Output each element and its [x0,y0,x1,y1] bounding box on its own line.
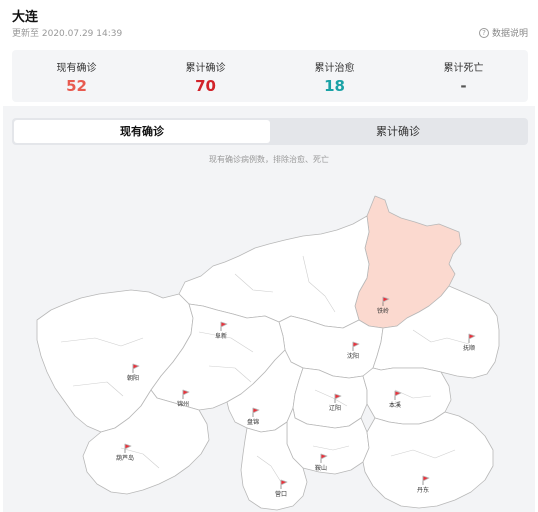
stat-value: 18 [324,77,345,95]
update-time: 更新至 2020.07.29 14:39 [12,29,123,39]
stat-label: 累计确诊 [185,63,226,74]
stat-value: 70 [195,77,216,95]
tab-current-confirmed[interactable]: 现有确诊 [14,120,270,143]
city-label: 锦州 [177,400,189,408]
city-label: 抚顺 [463,344,475,352]
tab-total-confirmed[interactable]: 累计确诊 [270,120,526,143]
question-circle-icon: ? [478,27,489,38]
stat-label: 累计死亡 [443,63,484,74]
city-label: 丹东 [417,486,429,494]
stat-current-confirmed: 现有确诊 52 [12,50,141,102]
stat-label: 累计治愈 [314,63,355,74]
city-label: 鞍山 [315,464,327,472]
stat-value: - [460,77,467,95]
stat-total-confirmed: 累计确诊 70 [141,50,270,102]
stat-total-deaths: 累计死亡 - [399,50,528,102]
stat-value: 52 [66,77,87,95]
city-label: 铁岭 [377,307,389,315]
stat-total-cured: 累计治愈 18 [270,50,399,102]
stat-label: 现有确诊 [56,63,97,74]
data-note-label: 数据说明 [491,29,528,39]
data-note-link[interactable]: ? 数据说明 [478,26,528,39]
city-label: 阜新 [215,332,227,340]
metric-tabs: 现有确诊 累计确诊 [12,118,528,145]
city-label: 葫芦岛 [116,454,134,462]
city-label: 辽阳 [329,404,341,412]
map-region-liaoyang[interactable] [292,367,368,429]
province-map[interactable]: 铁岭阜新沈阳 抚顺朝阳锦州盘锦 辽阳 本溪葫芦岛鞍山丹东营口 [3,106,535,512]
city-label: 本溪 [389,401,401,409]
map-panel: 铁岭阜新沈阳 抚顺朝阳锦州盘锦 辽阳 本溪葫芦岛鞍山丹东营口 现有确诊 累计确诊 现有… [3,106,535,512]
city-title: 大连 [12,10,39,25]
city-label: 朝阳 [127,374,139,382]
city-label: 营口 [275,490,287,498]
map-region-benxi[interactable] [362,367,452,425]
city-label: 沈阳 [347,352,359,360]
header: 大连 更新至 2020.07.29 14:39 ? 数据说明 [12,6,528,42]
map-caption: 现有确诊病例数，排除治愈、死亡 [209,155,329,164]
stats-panel: 现有确诊 52 累计确诊 70 累计治愈 18 累计死亡 - [12,50,528,102]
city-label: 盘锦 [247,418,259,426]
